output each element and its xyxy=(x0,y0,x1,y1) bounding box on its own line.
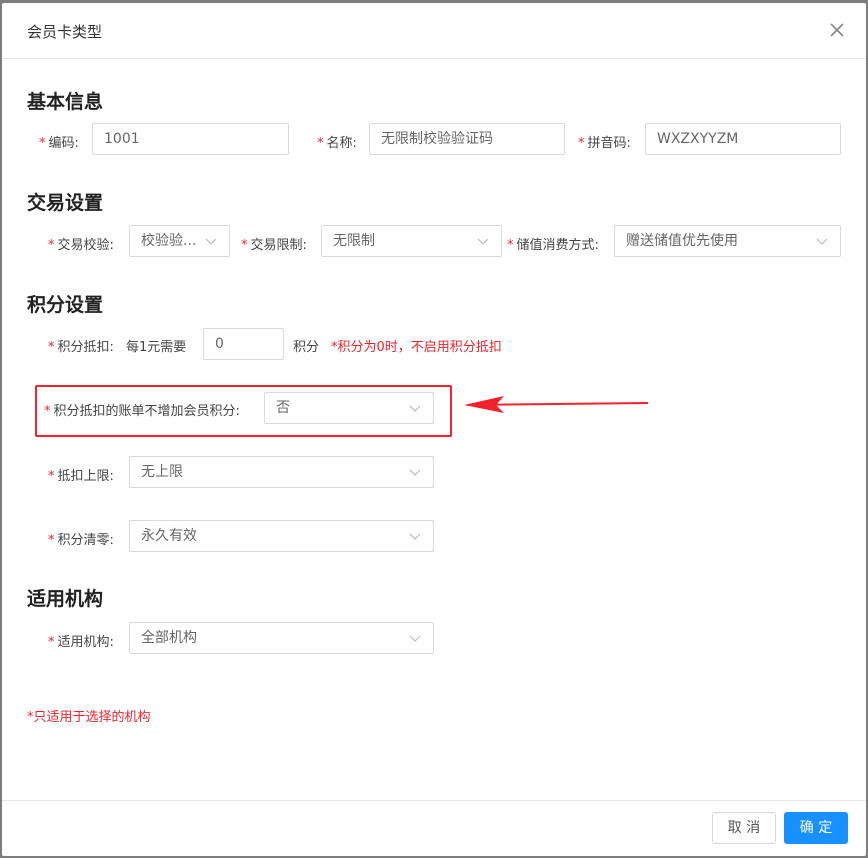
name-input[interactable]: 无限制校验验证码 xyxy=(369,123,565,155)
no-add-points-select[interactable]: 否 xyxy=(264,392,434,424)
trade-limit-value: 无限制 xyxy=(333,233,375,249)
points-deduct-input[interactable]: 0 xyxy=(203,328,284,360)
points-deduct-unit: 积分 xyxy=(293,340,320,355)
section-title-basic: 基本信息 xyxy=(27,91,104,113)
trade-limit-select[interactable]: 无限制 xyxy=(321,225,502,257)
points-deduct-prefix: 每1元需要 xyxy=(126,340,187,355)
stored-consume-select[interactable]: 赠送储值优先使用 xyxy=(614,225,841,257)
member-card-type-dialog: 会员卡类型 基本信息 * 编码: 1001 * 名称: 无限制校验验证码 * 拼音码:… xyxy=(2,3,866,856)
code-input[interactable]: 1001 xyxy=(92,123,289,155)
dialog-header: 会员卡类型 xyxy=(2,3,866,59)
stored-consume-value: 赠送储值优先使用 xyxy=(626,233,738,249)
points-clear-label: * 积分清零: xyxy=(48,533,114,548)
pinyin-input[interactable]: WXZXYYZM xyxy=(645,123,841,155)
deduct-cap-value: 无上限 xyxy=(141,464,183,480)
org-select[interactable]: 全部机构 xyxy=(129,622,434,654)
org-hint: *只适用于选择的机构 xyxy=(27,710,151,725)
arrow-left-icon xyxy=(464,396,649,413)
org-label: * 适用机构: xyxy=(48,635,114,650)
section-title-points: 积分设置 xyxy=(27,294,104,316)
points-clear-value: 永久有效 xyxy=(141,528,197,544)
deduct-cap-select[interactable]: 无上限 xyxy=(129,456,434,488)
name-label: * 名称: xyxy=(317,136,357,151)
points-clear-select[interactable]: 永久有效 xyxy=(129,520,434,552)
points-deduct-label: * 积分抵扣: xyxy=(48,340,114,355)
pinyin-label: * 拼音码: xyxy=(578,136,631,151)
chevron-down-icon xyxy=(409,405,421,412)
org-value: 全部机构 xyxy=(141,630,197,646)
chevron-down-icon xyxy=(816,238,828,245)
chevron-down-icon xyxy=(205,238,217,245)
no-add-points-label: * 积分抵扣的账单不增加会员积分: xyxy=(44,404,240,419)
trade-limit-label: * 交易限制: xyxy=(241,238,307,253)
no-add-points-value: 否 xyxy=(276,400,290,416)
dialog-title: 会员卡类型 xyxy=(27,23,103,41)
stored-consume-label: * 储值消费方式: xyxy=(507,238,599,253)
section-title-trade: 交易设置 xyxy=(27,192,104,214)
points-deduct-hint: *积分为0时，不启用积分抵扣 xyxy=(331,340,502,355)
cancel-button[interactable]: 取 消 xyxy=(712,812,776,844)
chevron-down-icon xyxy=(409,635,421,642)
confirm-button[interactable]: 确 定 xyxy=(784,812,848,844)
deduct-cap-label: * 抵扣上限: xyxy=(48,469,114,484)
trade-verify-select[interactable]: 校验验... xyxy=(129,225,230,257)
code-label: * 编码: xyxy=(39,136,79,151)
chevron-down-icon xyxy=(409,469,421,476)
chevron-down-icon xyxy=(409,533,421,540)
chevron-down-icon xyxy=(477,238,489,245)
close-icon[interactable] xyxy=(826,19,848,41)
section-title-org: 适用机构 xyxy=(27,588,104,610)
dialog-footer: 取 消 确 定 xyxy=(2,800,866,856)
trade-verify-label: * 交易校验: xyxy=(48,238,114,253)
